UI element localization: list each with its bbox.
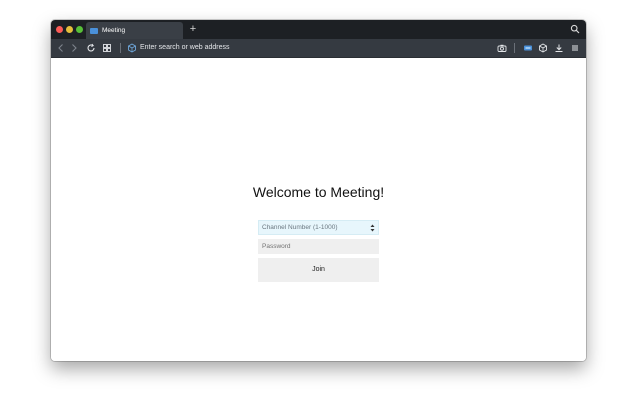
password-placeholder: Password xyxy=(262,243,291,250)
password-input[interactable]: Password xyxy=(258,239,379,254)
new-tab-button[interactable]: + xyxy=(187,23,199,35)
zoom-window-button[interactable] xyxy=(76,26,83,33)
minimize-window-button[interactable] xyxy=(66,26,73,33)
close-window-button[interactable] xyxy=(56,26,63,33)
page-title: Welcome to Meeting! xyxy=(252,184,385,200)
chevron-left-icon[interactable] xyxy=(56,43,66,53)
camera-icon[interactable] xyxy=(497,43,507,53)
meeting-extension-icon[interactable] xyxy=(523,43,533,53)
menu-icon[interactable] xyxy=(570,43,580,53)
cube-icon xyxy=(128,43,136,53)
tab-bar: Meeting + xyxy=(51,20,586,39)
toolbar-divider xyxy=(120,43,121,53)
address-bar[interactable]: Enter search or web address xyxy=(140,42,230,54)
reload-icon[interactable] xyxy=(86,43,96,53)
join-button[interactable]: Join xyxy=(258,258,379,282)
channel-number-input[interactable]: Channel Number (1-1000) xyxy=(258,220,379,235)
stepper-arrows-icon[interactable] xyxy=(370,224,375,232)
tab-meeting[interactable]: Meeting xyxy=(86,22,183,39)
channel-number-placeholder: Channel Number (1-1000) xyxy=(262,224,338,231)
tab-title: Meeting xyxy=(102,27,126,34)
grid-icon[interactable] xyxy=(102,43,112,53)
browser-window: Meeting + Enter search or web address We… xyxy=(51,20,586,361)
search-icon[interactable] xyxy=(570,24,580,34)
cube-icon[interactable] xyxy=(538,43,548,53)
toolbar-divider xyxy=(514,43,515,53)
download-icon[interactable] xyxy=(554,43,564,53)
page-content: Welcome to Meeting! Channel Number (1-10… xyxy=(51,58,586,361)
meeting-favicon-icon xyxy=(90,27,98,34)
chevron-right-icon[interactable] xyxy=(69,43,79,53)
navigation-toolbar: Enter search or web address xyxy=(51,39,586,58)
